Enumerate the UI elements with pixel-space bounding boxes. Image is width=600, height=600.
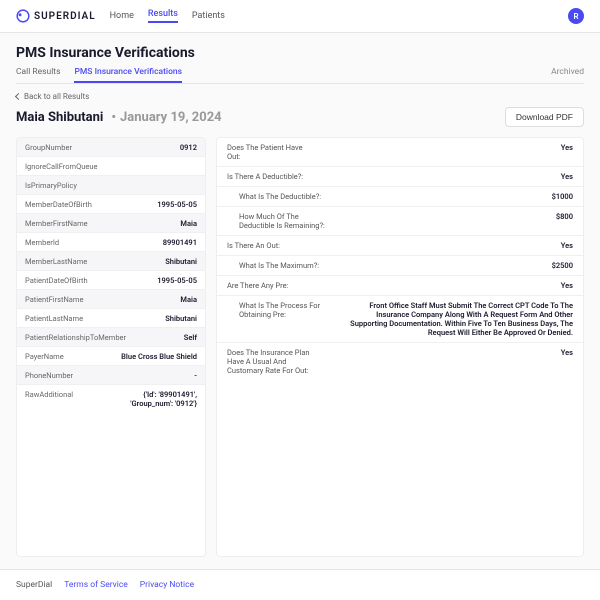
metadata-key: IsPrimaryPolicy bbox=[25, 181, 197, 190]
metadata-key: PayerName bbox=[25, 352, 121, 361]
result-question: Is There An Out: bbox=[227, 241, 280, 250]
result-question: Does The Insurance Plan Have A Usual And… bbox=[227, 348, 317, 375]
tab-pms[interactable]: PMS Insurance Verifications bbox=[74, 67, 182, 83]
metadata-value: Blue Cross Blue Shield bbox=[121, 352, 197, 361]
avatar[interactable]: R bbox=[568, 8, 584, 24]
result-answer: $1000 bbox=[321, 192, 573, 201]
result-answer: Front Office Staff Must Submit The Corre… bbox=[329, 301, 573, 337]
metadata-key: RawAdditional bbox=[25, 390, 102, 408]
metadata-key: PatientLastName bbox=[25, 314, 165, 323]
result-row: What Is The Process For Obtaining Pre:Fr… bbox=[217, 296, 583, 343]
metadata-value: 1995-05-05 bbox=[157, 276, 197, 285]
app-header: SUPERDIAL Home Results Patients R bbox=[0, 0, 600, 33]
result-question: Is There A Deductible?: bbox=[227, 172, 303, 181]
record-header: Maia Shibutani •January 19, 2024 Downloa… bbox=[16, 107, 584, 127]
result-question: What Is The Maximum?: bbox=[239, 261, 319, 270]
result-question: Does The Patient Have Out: bbox=[227, 143, 317, 161]
metadata-value: Shibutani bbox=[165, 314, 197, 323]
metadata-row: MemberId89901491 bbox=[17, 233, 205, 252]
record-date: January 19, 2024 bbox=[120, 110, 222, 125]
logo: SUPERDIAL bbox=[16, 9, 96, 23]
metadata-row: MemberDateOfBirth1995-05-05 bbox=[17, 195, 205, 214]
tab-call-results[interactable]: Call Results bbox=[16, 67, 60, 83]
result-answer: Yes bbox=[317, 143, 573, 152]
record-name: Maia Shibutani bbox=[16, 110, 103, 125]
metadata-value: Maia bbox=[180, 295, 197, 304]
nav-home[interactable]: Home bbox=[110, 11, 134, 21]
metadata-value: Self bbox=[184, 333, 197, 342]
result-row: Does The Insurance Plan Have A Usual And… bbox=[217, 343, 583, 380]
footer: SuperDial Terms of Service Privacy Notic… bbox=[0, 569, 600, 600]
metadata-value: 0912 bbox=[180, 143, 197, 152]
metadata-value: Shibutani bbox=[165, 257, 197, 266]
result-row: Are There Any Pre:Yes bbox=[217, 276, 583, 296]
result-answer: $800 bbox=[329, 212, 573, 221]
result-row: What Is The Maximum?:$2500 bbox=[217, 256, 583, 276]
metadata-row: PatientDateOfBirth1995-05-05 bbox=[17, 271, 205, 290]
result-question: What Is The Deductible?: bbox=[239, 192, 321, 201]
result-row: Is There A Deductible?:Yes bbox=[217, 167, 583, 187]
metadata-key: PatientDateOfBirth bbox=[25, 276, 157, 285]
result-answer: $2500 bbox=[319, 261, 573, 270]
metadata-row: MemberLastNameShibutani bbox=[17, 252, 205, 271]
metadata-key: PatientRelationshipToMember bbox=[25, 333, 184, 342]
chevron-left-icon bbox=[15, 93, 22, 100]
metadata-row: PayerNameBlue Cross Blue Shield bbox=[17, 347, 205, 366]
nav-results[interactable]: Results bbox=[148, 9, 178, 23]
result-row: What Is The Deductible?:$1000 bbox=[217, 187, 583, 207]
metadata-value: {'Id': '89901491', 'Group_num': '0912'} bbox=[102, 390, 197, 408]
content-columns: GroupNumber0912 IgnoreCallFromQueue IsPrim… bbox=[16, 137, 584, 557]
metadata-key: MemberLastName bbox=[25, 257, 165, 266]
metadata-row: GroupNumber0912 bbox=[17, 138, 205, 157]
metadata-value: 1995-05-05 bbox=[157, 200, 197, 209]
metadata-key: PatientFirstName bbox=[25, 295, 180, 304]
metadata-row: PatientRelationshipToMemberSelf bbox=[17, 328, 205, 347]
metadata-key: MemberId bbox=[25, 238, 163, 247]
metadata-row: PatientLastNameShibutani bbox=[17, 309, 205, 328]
metadata-row: MemberFirstNameMaia bbox=[17, 214, 205, 233]
metadata-row: IgnoreCallFromQueue bbox=[17, 157, 205, 176]
result-answer: Yes bbox=[288, 281, 573, 290]
results-table: Does The Patient Have Out:YesIs There A … bbox=[216, 137, 584, 557]
footer-brand: SuperDial bbox=[16, 580, 52, 590]
result-answer: Yes bbox=[303, 172, 573, 181]
metadata-key: MemberDateOfBirth bbox=[25, 200, 157, 209]
metadata-row: RawAdditional{'Id': '89901491', 'Group_n… bbox=[17, 385, 205, 412]
metadata-row: PatientFirstNameMaia bbox=[17, 290, 205, 309]
metadata-key: GroupNumber bbox=[25, 143, 180, 152]
metadata-value: 89901491 bbox=[163, 238, 197, 247]
logo-icon bbox=[16, 9, 30, 23]
metadata-value: - bbox=[194, 371, 197, 380]
result-row: Is There An Out:Yes bbox=[217, 236, 583, 256]
result-answer: Yes bbox=[280, 241, 573, 250]
tabs: Call Results PMS Insurance Verifications… bbox=[16, 67, 584, 84]
metadata-value: Maia bbox=[180, 219, 197, 228]
metadata-key: PhoneNumber bbox=[25, 371, 194, 380]
result-question: How Much Of The Deductible Is Remaining?… bbox=[239, 212, 329, 230]
result-row: Does The Patient Have Out:Yes bbox=[217, 138, 583, 167]
footer-tos-link[interactable]: Terms of Service bbox=[64, 580, 128, 590]
metadata-key: IgnoreCallFromQueue bbox=[25, 162, 197, 171]
download-pdf-button[interactable]: Download PDF bbox=[505, 107, 584, 127]
main-content: PMS Insurance Verifications Call Results… bbox=[0, 33, 600, 569]
back-link-text: Back to all Results bbox=[24, 92, 89, 101]
brand-text: SUPERDIAL bbox=[34, 11, 96, 22]
metadata-row: IsPrimaryPolicy bbox=[17, 176, 205, 195]
metadata-row: PhoneNumber- bbox=[17, 366, 205, 385]
footer-privacy-link[interactable]: Privacy Notice bbox=[140, 580, 194, 590]
nav-patients[interactable]: Patients bbox=[192, 11, 225, 21]
metadata-table: GroupNumber0912 IgnoreCallFromQueue IsPrim… bbox=[16, 137, 206, 557]
page-title: PMS Insurance Verifications bbox=[16, 45, 584, 61]
result-answer: Yes bbox=[317, 348, 573, 357]
tab-archived[interactable]: Archived bbox=[551, 67, 584, 83]
result-question: Are There Any Pre: bbox=[227, 281, 288, 290]
metadata-key: MemberFirstName bbox=[25, 219, 180, 228]
result-row: How Much Of The Deductible Is Remaining?… bbox=[217, 207, 583, 236]
result-question: What Is The Process For Obtaining Pre: bbox=[239, 301, 329, 319]
back-link[interactable]: Back to all Results bbox=[16, 92, 584, 101]
